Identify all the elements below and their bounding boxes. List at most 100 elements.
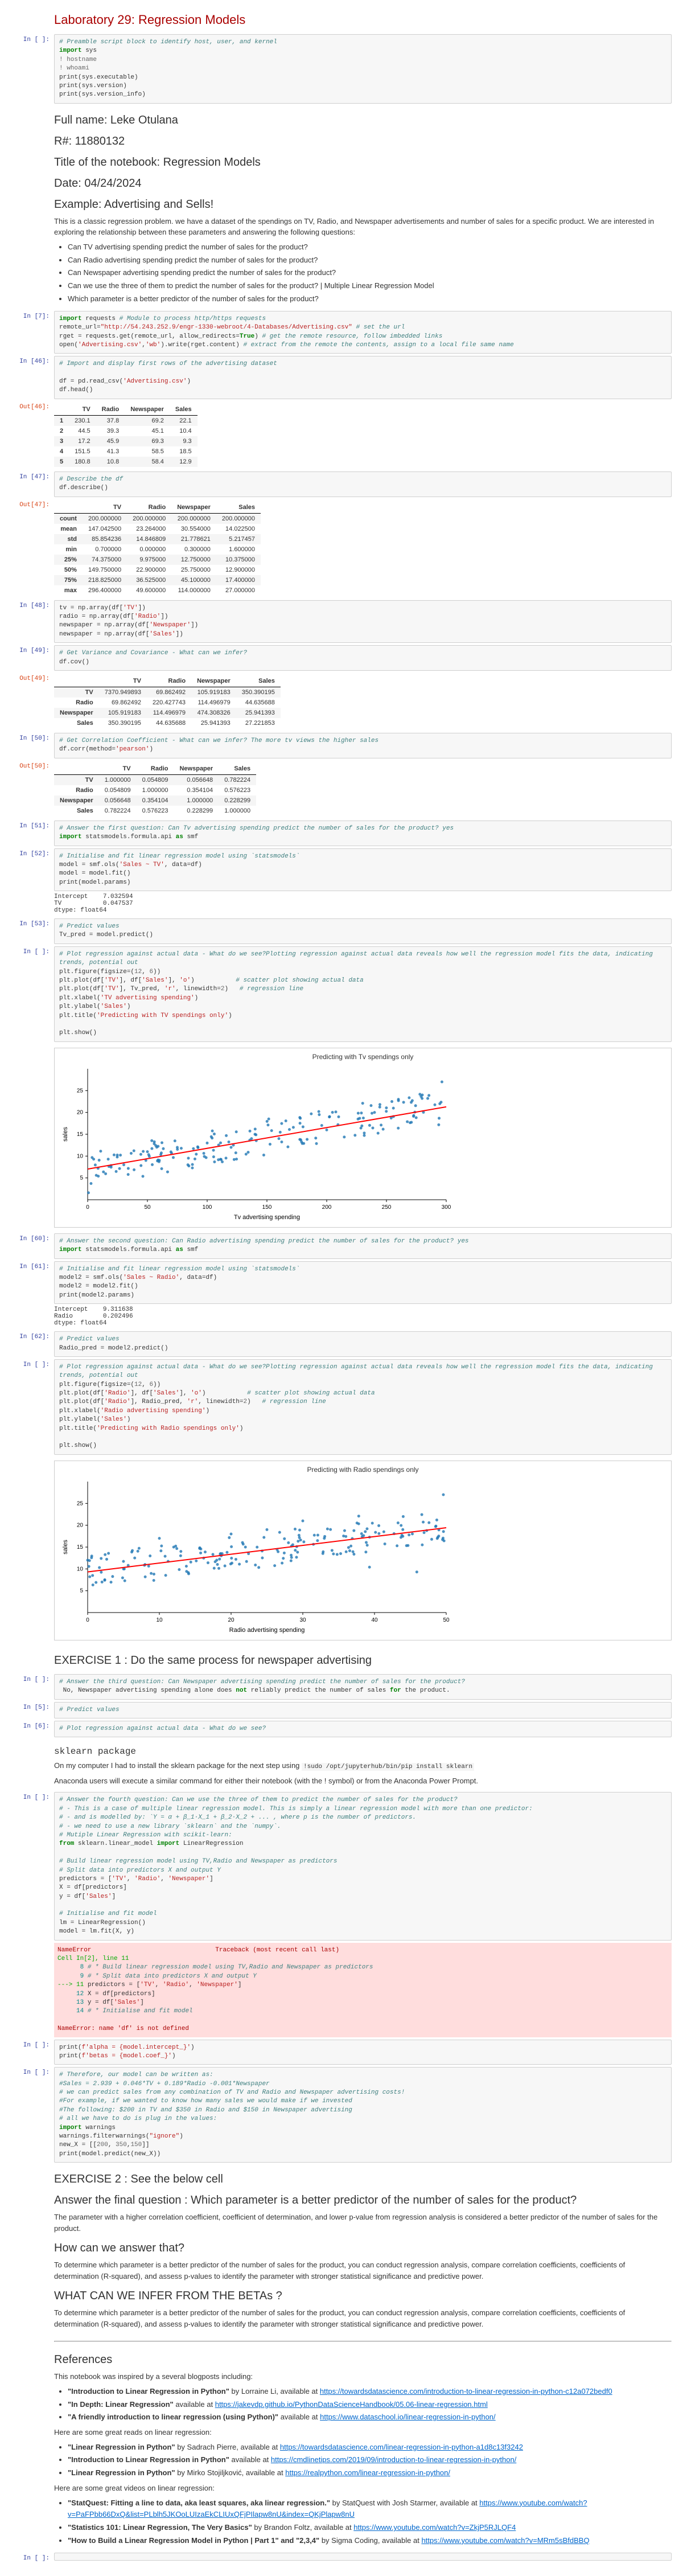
in-label: In [53]: — [11, 918, 54, 944]
in-label: In [ ]: — [11, 2040, 54, 2065]
in-label: In [62]: — [11, 1331, 54, 1357]
in-label: In [ ]: — [11, 1674, 54, 1700]
heading: EXERCISE 2 : See the below cell — [54, 2173, 672, 2186]
svg-text:sales: sales — [62, 1126, 69, 1141]
link[interactable]: https://jakevdp.github.io/PythonDataScie… — [215, 2400, 488, 2409]
dataframe-table: TVRadioNewspaperSales1230.137.869.222.12… — [54, 404, 198, 467]
out-label: Out[49]: — [11, 673, 54, 731]
in-label: In [46]: — [11, 356, 54, 399]
link[interactable]: https://realpython.com/linear-regression… — [285, 2468, 450, 2477]
code-cell[interactable]: # Answer the fourth question: Can we use… — [54, 1792, 672, 1940]
in-label: In [7]: — [11, 311, 54, 354]
in-label: In [48]: — [11, 600, 54, 643]
heading: References — [54, 2353, 672, 2366]
code-cell[interactable]: # Get Variance and Covariance - What can… — [54, 645, 672, 671]
code-cell[interactable]: # Answer the second question: Can Radio … — [54, 1233, 672, 1259]
in-label: In [60]: — [11, 1233, 54, 1259]
svg-text:50: 50 — [144, 1204, 151, 1211]
paragraph: Here are some great videos on linear reg… — [54, 2483, 672, 2494]
in-label: In [ ]: — [11, 34, 54, 104]
heading: EXERCISE 1 : Do the same process for new… — [54, 1654, 672, 1667]
svg-text:0: 0 — [86, 1617, 89, 1623]
svg-text:Radio advertising spending: Radio advertising spending — [229, 1627, 305, 1634]
svg-text:0: 0 — [86, 1204, 89, 1211]
svg-text:40: 40 — [371, 1617, 378, 1623]
link[interactable]: https://cmdlinetips.com/2019/09/introduc… — [271, 2455, 516, 2464]
code-cell[interactable]: # Predict values Radio_pred = model2.pre… — [54, 1331, 672, 1357]
error-traceback: NameError Traceback (most recent call la… — [54, 1943, 672, 2037]
in-label: In [49]: — [11, 645, 54, 671]
svg-text:sales: sales — [62, 1539, 69, 1554]
heading: WHAT CAN WE INFER FROM THE BETAs ? — [54, 2290, 672, 2303]
code-cell[interactable]: # Get Correlation Coefficient - What can… — [54, 733, 672, 758]
in-label: In [ ]: — [11, 1792, 54, 1940]
code-cell[interactable]: # Predict values — [54, 1702, 672, 1718]
inline-code: !sudo /opt/jupyterhub/bin/pip install sk… — [302, 1763, 474, 1771]
svg-text:10: 10 — [156, 1617, 163, 1623]
out-label: Out[46]: — [11, 401, 54, 469]
svg-text:150: 150 — [262, 1204, 272, 1211]
dataframe-table: TVRadioNewspaperSalesTV7370.94989369.862… — [54, 675, 281, 728]
paragraph: To determine which parameter is a better… — [54, 2307, 672, 2329]
in-label: In [ ]: — [11, 2553, 54, 2564]
svg-text:25: 25 — [77, 1500, 84, 1507]
code-cell[interactable]: # Answer the first question: Can Tv adve… — [54, 821, 672, 846]
svg-text:15: 15 — [77, 1544, 84, 1550]
text-output: Intercept 9.311638 Radio 0.202496 dtype:… — [54, 1304, 672, 1329]
link[interactable]: https://towardsdatascience.com/introduct… — [320, 2387, 612, 2395]
svg-text:20: 20 — [77, 1109, 84, 1115]
code-cell[interactable]: # Initialise and fit linear regression m… — [54, 848, 672, 892]
code-cell[interactable]: import requests # Module to process http… — [54, 311, 672, 354]
in-label: In [52]: — [11, 848, 54, 917]
in-label: In [6]: — [11, 1721, 54, 1737]
paragraph: The parameter with a higher correlation … — [54, 2212, 672, 2234]
code-cell[interactable]: # Preamble script block to identify host… — [54, 34, 672, 104]
chart-output: Predicting with Radio spendings only 010… — [54, 1461, 672, 1640]
heading: Full name: Leke Otulana — [54, 114, 672, 127]
code-cell[interactable]: # Therefore, our model can be written as… — [54, 2067, 672, 2163]
svg-text:5: 5 — [80, 1175, 83, 1181]
paragraph: Anaconda users will execute a similar co… — [54, 1775, 672, 1787]
heading: How can we answer that? — [54, 2242, 672, 2255]
code-cell[interactable]: # Plot regression against actual data - … — [54, 1721, 672, 1737]
dataframe-table: TVRadioNewspaperSalescount200.000000200.… — [54, 502, 261, 596]
code-cell[interactable]: print(f'alpha = {model.intercept_}') pri… — [54, 2040, 672, 2065]
text: On my computer I had to install the skle… — [54, 1761, 302, 1770]
code-cell[interactable]: # Import and display first rows of the a… — [54, 356, 672, 399]
svg-text:250: 250 — [382, 1204, 392, 1211]
heading: R#: 11880132 — [54, 135, 672, 148]
svg-text:10: 10 — [77, 1153, 84, 1159]
text-output: Intercept 7.032594 TV 0.047537 dtype: fl… — [54, 891, 672, 916]
link[interactable]: https://towardsdatascience.com/linear-re… — [280, 2443, 523, 2451]
heading: Example: Advertising and Sells! — [54, 198, 672, 211]
title-heading: Laboratory 29: Regression Models — [54, 13, 672, 27]
in-label: In [50]: — [11, 733, 54, 758]
code-cell[interactable]: # Describe the df df.describe() — [54, 471, 672, 497]
code-cell[interactable] — [54, 2553, 672, 2561]
code-cell[interactable]: # Plot regression against actual data - … — [54, 1359, 672, 1455]
question-list: Can TV advertising spending predict the … — [68, 241, 672, 305]
in-label: In [5]: — [11, 1702, 54, 1718]
svg-text:100: 100 — [203, 1204, 212, 1211]
chart-output: Predicting with Tv spendings only 050100… — [54, 1048, 672, 1228]
in-label: In [47]: — [11, 471, 54, 497]
code-cell[interactable]: # Answer the third question: Can Newspap… — [54, 1674, 672, 1700]
heading: Title of the notebook: Regression Models — [54, 156, 672, 169]
paragraph: This is a classic regression problem. we… — [54, 216, 672, 238]
in-label: In [ ]: — [11, 1359, 54, 1455]
heading: Answer the final question : Which parame… — [54, 2194, 672, 2207]
svg-text:5: 5 — [80, 1588, 83, 1594]
code-cell[interactable]: # Initialise and fit linear regression m… — [54, 1261, 672, 1305]
in-label: In [ ]: — [11, 946, 54, 1042]
dataframe-table: TVRadioNewspaperSalesTV1.0000000.0548090… — [54, 763, 256, 816]
code-cell[interactable]: # Plot regression against actual data - … — [54, 946, 672, 1042]
link[interactable]: https://www.youtube.com/watch?v=ZkjP5RJL… — [353, 2523, 516, 2532]
code-cell[interactable]: # Predict values Tv_pred = model.predict… — [54, 918, 672, 944]
svg-text:15: 15 — [77, 1131, 84, 1138]
ref-list: "StatQuest: Fitting a line to data, aka … — [68, 2497, 672, 2547]
link[interactable]: https://www.youtube.com/watch?v=MRm5sBfd… — [421, 2536, 589, 2545]
svg-text:20: 20 — [228, 1617, 234, 1623]
link[interactable]: https://www.dataschool.io/linear-regress… — [320, 2413, 496, 2421]
ref-list: "Introduction to Linear Regression in Py… — [68, 2386, 672, 2423]
code-cell[interactable]: tv = np.array(df['TV']) radio = np.array… — [54, 600, 672, 643]
